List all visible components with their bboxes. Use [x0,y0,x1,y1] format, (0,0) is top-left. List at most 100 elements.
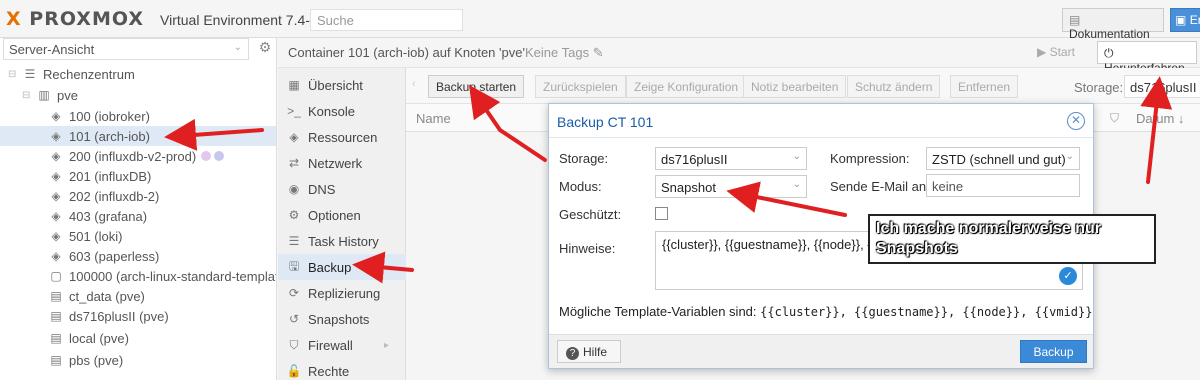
storage-icon: ▤ [50,353,62,367]
change-protection-button[interactable]: Schutz ändern [847,75,941,98]
tree-item-ct-603[interactable]: ◈ 603 (paperless) [48,246,159,266]
remove-button[interactable]: Entfernen [950,75,1019,98]
email-field[interactable]: keine [926,174,1080,197]
play-icon: ▶ [1037,45,1047,59]
close-icon[interactable]: ✕ [1067,112,1085,130]
options-icon: ⚙ [288,208,300,222]
container-icon: ◈ [51,249,61,263]
shield-icon: ⛉ [1110,111,1120,125]
tree-item-ct-200[interactable]: ◈ 200 (influxdb-v2-prod) [48,146,227,166]
mode-select[interactable]: Snapshot ⌄ [655,175,807,198]
summary-icon: ▦ [288,78,300,92]
tree-item-storage-pbs[interactable]: ▤ pbs (pve) [48,350,123,370]
search-input[interactable]: Suche [310,9,463,31]
protected-label: Geschützt: [559,207,622,222]
tags-editor[interactable]: Keine Tags ✎ [525,45,604,61]
container-icon: ◈ [51,209,61,223]
firewall-icon: ⛉ [289,337,299,352]
help-button[interactable]: ? Hilfe [557,340,621,363]
container-icon: ◈ [51,169,61,183]
tree-item-template-100000[interactable]: ▢ 100000 (arch-linux-standard-template) [48,266,276,286]
dialog-footer: ? Hilfe Backup [549,334,1093,368]
restore-button[interactable]: Zurückspielen [535,75,626,98]
column-name[interactable]: Name [416,111,451,126]
nav-item-permissions[interactable]: 🔓 Rechte [278,358,406,380]
edit-notes-button[interactable]: Notiz bearbeiten [743,75,847,98]
annotation-note: Ich mache normalerweise nur Snapshots [868,214,1156,264]
nav-item-resources[interactable]: ◈ Ressourcen [278,124,406,150]
template-variables-hint: Mögliche Template-Variablen sind: {{clus… [559,304,1093,319]
chevron-down-icon: ⌄ [1065,151,1074,162]
storage-icon: ▤ [50,309,62,323]
chevron-left-icon: ‹ [412,78,416,90]
tree-item-storage-local[interactable]: ▤ local (pve) [48,328,129,348]
version-label: Virtual Environment 7.4-3 [160,12,318,28]
datacenter-icon: ☰ [24,67,36,81]
tree-item-ct-501[interactable]: ◈ 501 (loki) [48,226,122,246]
template-icon: ▢ [50,269,62,283]
storage-filter-label: Storage: [1074,80,1124,95]
tree-item-ct-201[interactable]: ◈ 201 (influxDB) [48,166,151,186]
nav-item-dns[interactable]: ◉ DNS [278,176,406,202]
dialog-title-bar: Backup CT 101 ✕ [549,104,1093,138]
tree-item-storage-ds716plusii[interactable]: ▤ ds716plusII (pve) [48,306,168,326]
task-history-icon: ☰ [288,234,300,248]
tree-item-ct-100[interactable]: ◈ 100 (iobroker) [48,106,150,126]
nav-item-backup[interactable]: 🖫 Backup [278,254,406,280]
submit-backup-button[interactable]: Backup [1020,340,1087,363]
pencil-icon[interactable]: ✎ [593,45,604,60]
container-icon: ◈ [51,129,61,143]
nav-item-task-history[interactable]: ☰ Task History [278,228,406,254]
nav-item-console[interactable]: >_ Konsole [278,98,406,124]
chevron-right-icon: ▸ [384,339,390,351]
compression-select[interactable]: ZSTD (schnell und gut) ⌄ [926,147,1080,170]
node-icon: ▥ [38,88,50,102]
replication-icon: ⟳ [288,286,300,300]
top-bar: X PROXMOX Virtual Environment 7.4-3 Such… [0,0,1200,41]
storage-label: Storage: [559,151,609,166]
content-header: Container 101 (arch-iob) auf Knoten 'pve… [278,38,1200,75]
question-icon: ? [566,347,579,360]
collapse-icon[interactable]: ⊟ [8,69,18,80]
nav-item-firewall[interactable]: ⛉ Firewall ▸ [278,332,406,358]
resources-icon: ◈ [289,130,299,144]
chevron-down-icon: ⌄ [233,42,242,53]
tree-item-ct-101[interactable]: ◈ 101 (arch-iob) [0,126,276,146]
tree-item-ct-403[interactable]: ◈ 403 (grafana) [48,206,147,226]
permissions-icon: 🔓 [286,364,302,378]
protected-checkbox[interactable] [655,207,668,220]
gear-icon[interactable]: ⚙ [255,39,275,59]
book-icon: ▤ [1069,13,1081,27]
create-vm-button[interactable]: ▣ Er [1170,8,1200,32]
view-selector[interactable]: Server-Ansicht ⌄ [3,38,249,60]
tree-item-ct-202[interactable]: ◈ 202 (influxdb-2) [48,186,159,206]
power-icon: ⏻ [1104,46,1114,60]
backup-toolbar: ‹ Backup starten Zurückspielen Zeige Kon… [406,68,1200,104]
network-icon: ⇄ [288,156,300,170]
resource-tree-panel: Server-Ansicht ⌄ ⚙ ⊟ ☰ Rechenzentrum ⊟ ▥ pve … [0,38,277,380]
monitor-icon: ▣ [1175,13,1187,27]
nav-item-network[interactable]: ⇄ Netzwerk [278,150,406,176]
chevron-down-icon: ⌄ [792,179,801,190]
container-icon: ◈ [51,109,61,123]
compression-label: Kompression: [830,151,910,166]
nav-item-summary[interactable]: ▦ Übersicht [278,72,406,98]
nav-item-snapshots[interactable]: ↺ Snapshots [278,306,406,332]
nav-item-replication[interactable]: ⟳ Replizierung [278,280,406,306]
column-date[interactable]: Datum ↓ [1136,111,1184,126]
dialog-title: Backup CT 101 [557,114,654,130]
tree-item-datacenter[interactable]: ⊟ ☰ Rechenzentrum [8,64,135,84]
shutdown-button[interactable]: ⏻ Herunterfahren [1097,41,1197,75]
backup-now-button[interactable]: Backup starten [428,75,525,98]
tree-item-storage-ct-data[interactable]: ▤ ct_data (pve) [48,286,145,306]
documentation-button[interactable]: ▤Dokumentation [1062,8,1164,41]
nav-item-options[interactable]: ⚙ Optionen [278,202,406,228]
show-config-button[interactable]: Zeige Konfiguration [626,75,747,98]
tree-item-node-pve[interactable]: ⊟ ▥ pve [22,85,78,105]
storage-icon: ▤ [50,331,62,345]
storage-select[interactable]: ds716plusII ⌄ [655,147,807,170]
storage-filter-select[interactable]: ds716plusII [1124,75,1200,98]
check-icon: ✓ [1059,267,1077,285]
collapse-icon[interactable]: ⊟ [22,90,32,101]
start-button[interactable]: ▶ Start [1031,41,1091,64]
